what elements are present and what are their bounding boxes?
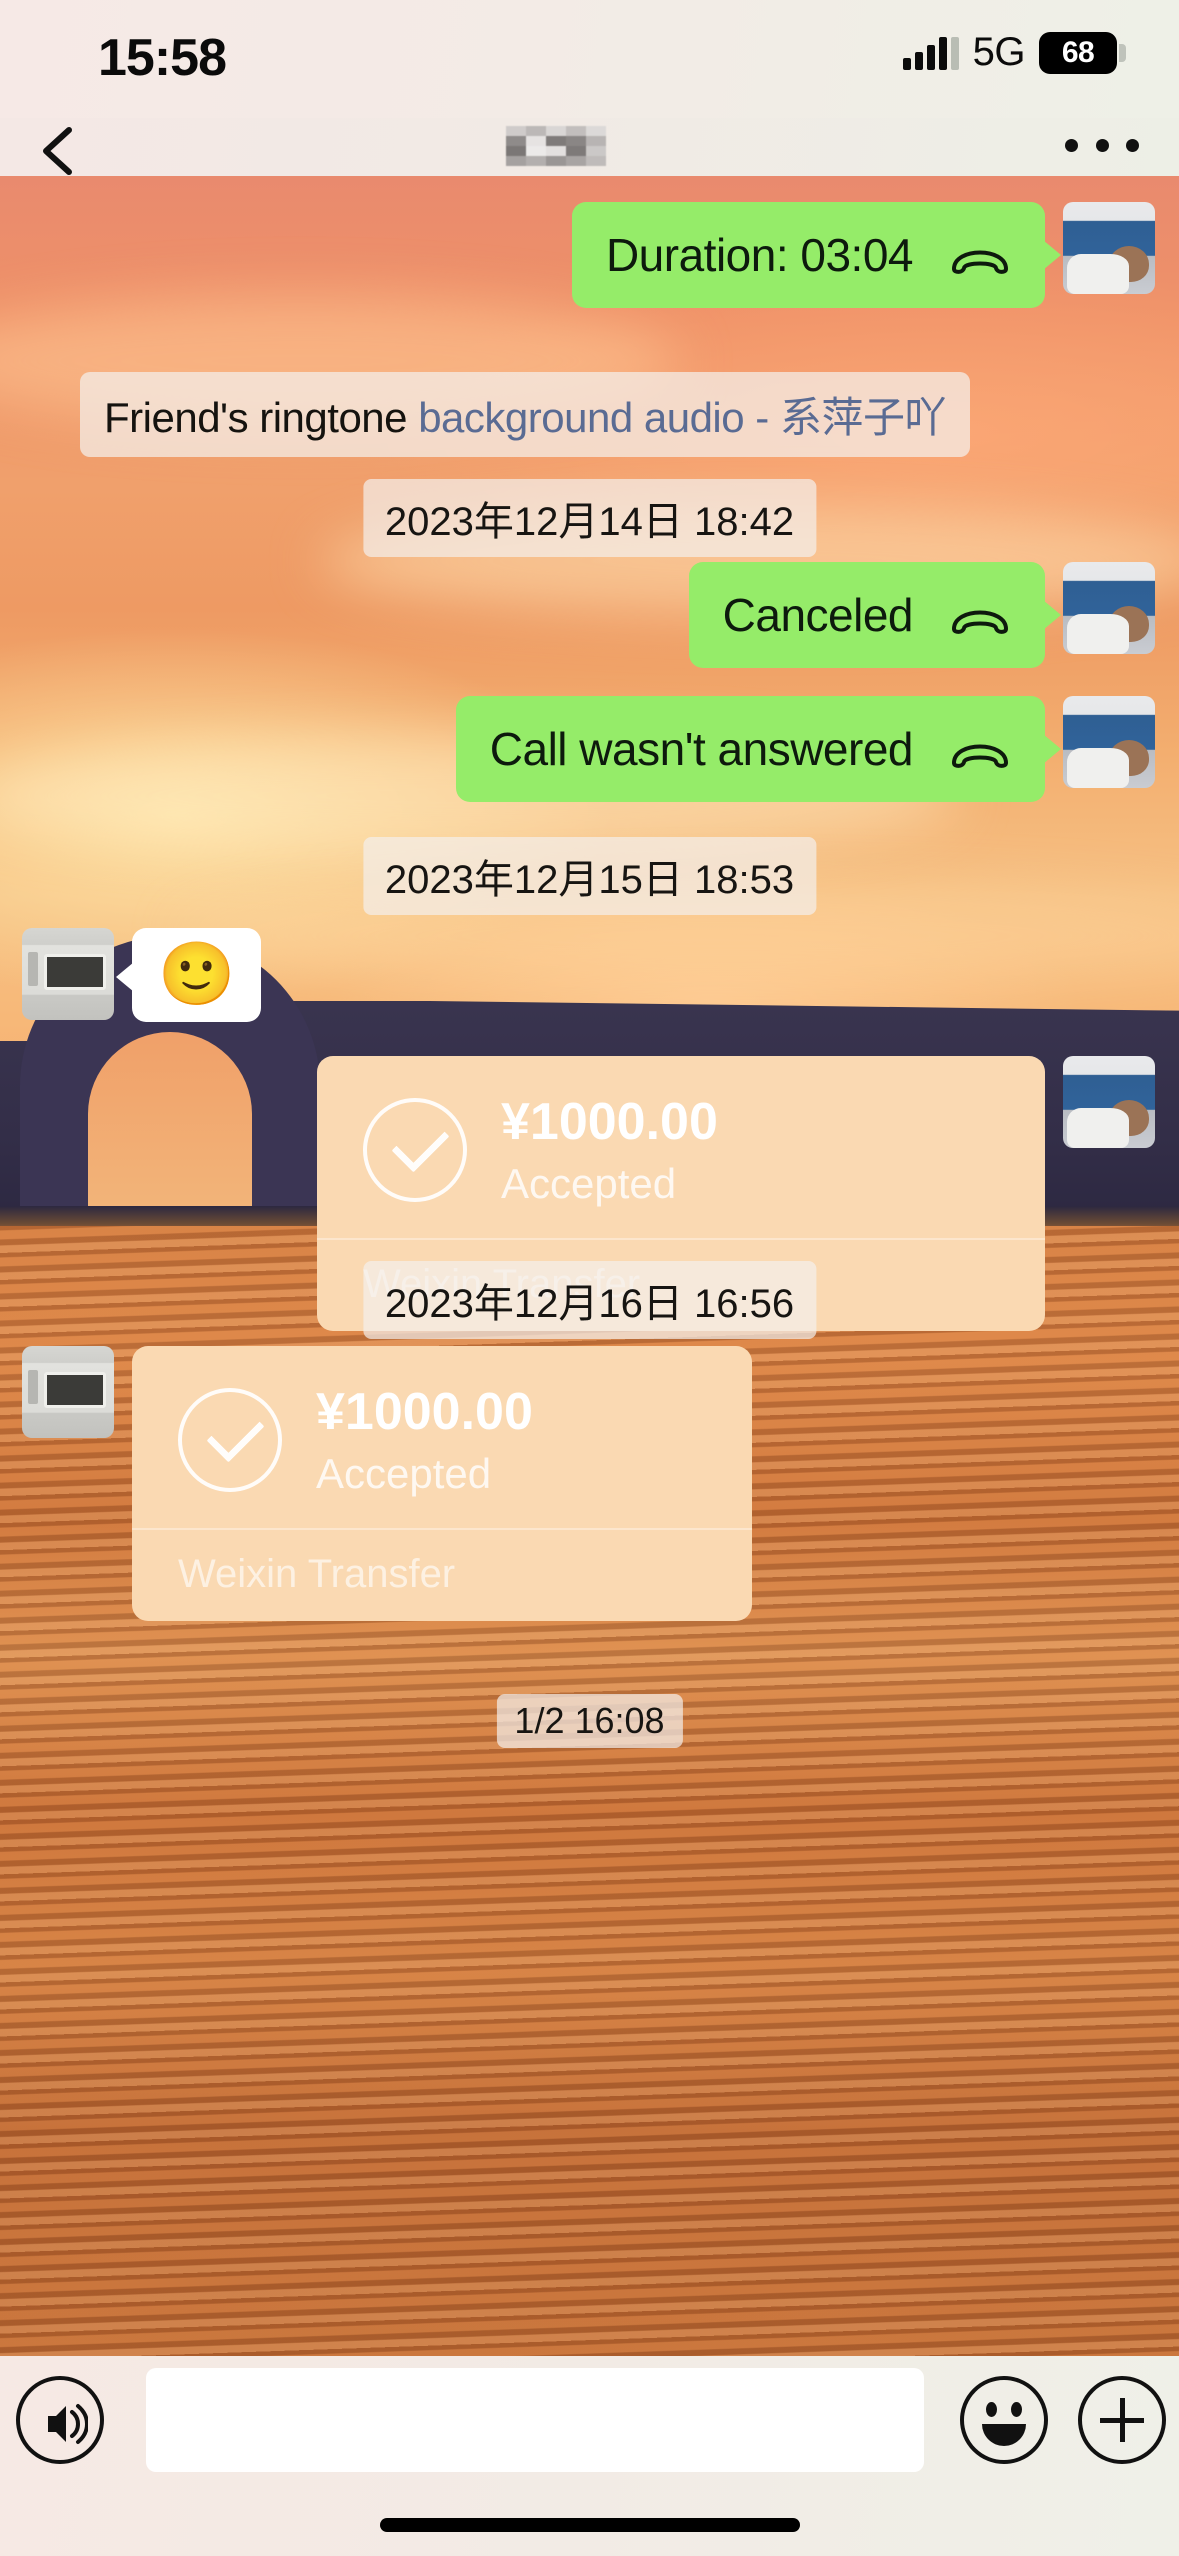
check-circle-icon bbox=[178, 1388, 282, 1492]
avatar[interactable] bbox=[22, 1346, 114, 1438]
status-bar-indicators: 5G 68 bbox=[902, 30, 1126, 75]
network-type-label: 5G bbox=[972, 30, 1026, 74]
voice-call-label: Canceled bbox=[722, 589, 914, 641]
emoji-picker-button[interactable] bbox=[960, 2376, 1048, 2464]
transfer-amount: ¥1000.00 bbox=[316, 1383, 533, 1441]
smiley-face-icon bbox=[986, 2402, 997, 2417]
date-separator: 2023年12月16日 16:56 bbox=[362, 1261, 817, 1339]
transfer-card[interactable]: ¥1000.00 Accepted Weixin Transfer bbox=[132, 1346, 752, 1621]
phone-handset-icon bbox=[952, 250, 1008, 274]
avatar[interactable] bbox=[1063, 202, 1155, 294]
message-row-transfer[interactable]: ¥1000.00 Accepted Weixin Transfer bbox=[22, 1346, 752, 1621]
time-separator: 1/2 16:08 bbox=[496, 1694, 683, 1748]
transfer-status: Accepted bbox=[316, 1450, 492, 1497]
more-horizontal-icon bbox=[1126, 138, 1139, 152]
more-actions-button[interactable] bbox=[1078, 2376, 1166, 2464]
battery-icon: 68 bbox=[1039, 31, 1126, 74]
avatar[interactable] bbox=[1063, 696, 1155, 788]
transfer-card-body: ¥1000.00 Accepted bbox=[132, 1382, 752, 1528]
voice-call-bubble[interactable]: Duration: 03:04 bbox=[571, 202, 1062, 308]
voice-call-label: Duration: 03:04 bbox=[605, 229, 914, 281]
phone-handset-icon bbox=[952, 744, 1008, 768]
battery-level-label: 68 bbox=[1061, 35, 1095, 69]
check-circle-icon bbox=[363, 1098, 467, 1202]
message-row-voice-call[interactable]: Call wasn't answered bbox=[0, 696, 1179, 802]
emoji-glyph: 🙂 bbox=[158, 940, 236, 1009]
chat-message-list[interactable]: Duration: 03:04 Friend's ringtone backgr… bbox=[0, 176, 1179, 2356]
back-button[interactable] bbox=[22, 112, 102, 182]
more-horizontal-icon bbox=[1095, 138, 1109, 152]
home-indicator bbox=[379, 2518, 800, 2532]
emoji-bubble[interactable]: 🙂 bbox=[115, 928, 262, 1022]
smiley-face-icon bbox=[982, 2424, 1026, 2446]
message-row-voice-call[interactable]: Canceled bbox=[0, 562, 1179, 668]
nav-bar bbox=[0, 118, 1179, 176]
message-input[interactable] bbox=[146, 2368, 924, 2472]
voice-input-button[interactable] bbox=[16, 2376, 104, 2464]
transfer-footer-label: Weixin Transfer bbox=[178, 1552, 456, 1596]
avatar[interactable] bbox=[1063, 1056, 1155, 1148]
status-bar-time: 15:58 bbox=[98, 29, 227, 87]
transfer-card-body: ¥1000.00 Accepted bbox=[317, 1092, 1045, 1238]
voice-call-bubble[interactable]: Canceled bbox=[688, 562, 1062, 668]
phone-handset-icon bbox=[952, 610, 1008, 634]
ringtone-link-label[interactable]: background audio - 系萍子吖 bbox=[418, 394, 946, 441]
chevron-left-icon bbox=[43, 127, 72, 175]
voice-wave-icon bbox=[48, 2404, 88, 2444]
date-separator: 2023年12月15日 18:53 bbox=[362, 837, 817, 915]
avatar[interactable] bbox=[22, 928, 114, 1020]
status-bar: 15:58 5G 68 bbox=[0, 0, 1179, 118]
chat-title[interactable] bbox=[506, 126, 606, 166]
more-horizontal-icon bbox=[1065, 138, 1078, 152]
message-row-emoji[interactable]: 🙂 bbox=[22, 928, 262, 1022]
date-separator: 2023年12月14日 18:42 bbox=[362, 479, 817, 557]
transfer-status: Accepted bbox=[501, 1160, 677, 1207]
system-ringtone-notice[interactable]: Friend's ringtone background audio - 系萍子… bbox=[80, 372, 970, 457]
signal-bars-icon bbox=[902, 36, 959, 70]
smiley-face-icon bbox=[1011, 2402, 1022, 2417]
transfer-amount: ¥1000.00 bbox=[501, 1093, 718, 1151]
ringtone-prefix-label: Friend's ringtone bbox=[104, 394, 419, 441]
avatar[interactable] bbox=[1063, 562, 1155, 654]
messages-container: Duration: 03:04 Friend's ringtone backgr… bbox=[0, 176, 1179, 2356]
message-input-bar bbox=[0, 2356, 1179, 2556]
voice-call-label: Call wasn't answered bbox=[489, 723, 914, 775]
message-row-voice-call[interactable]: Duration: 03:04 bbox=[0, 202, 1179, 308]
more-options-button[interactable] bbox=[1065, 122, 1139, 168]
voice-call-bubble[interactable]: Call wasn't answered bbox=[455, 696, 1062, 802]
